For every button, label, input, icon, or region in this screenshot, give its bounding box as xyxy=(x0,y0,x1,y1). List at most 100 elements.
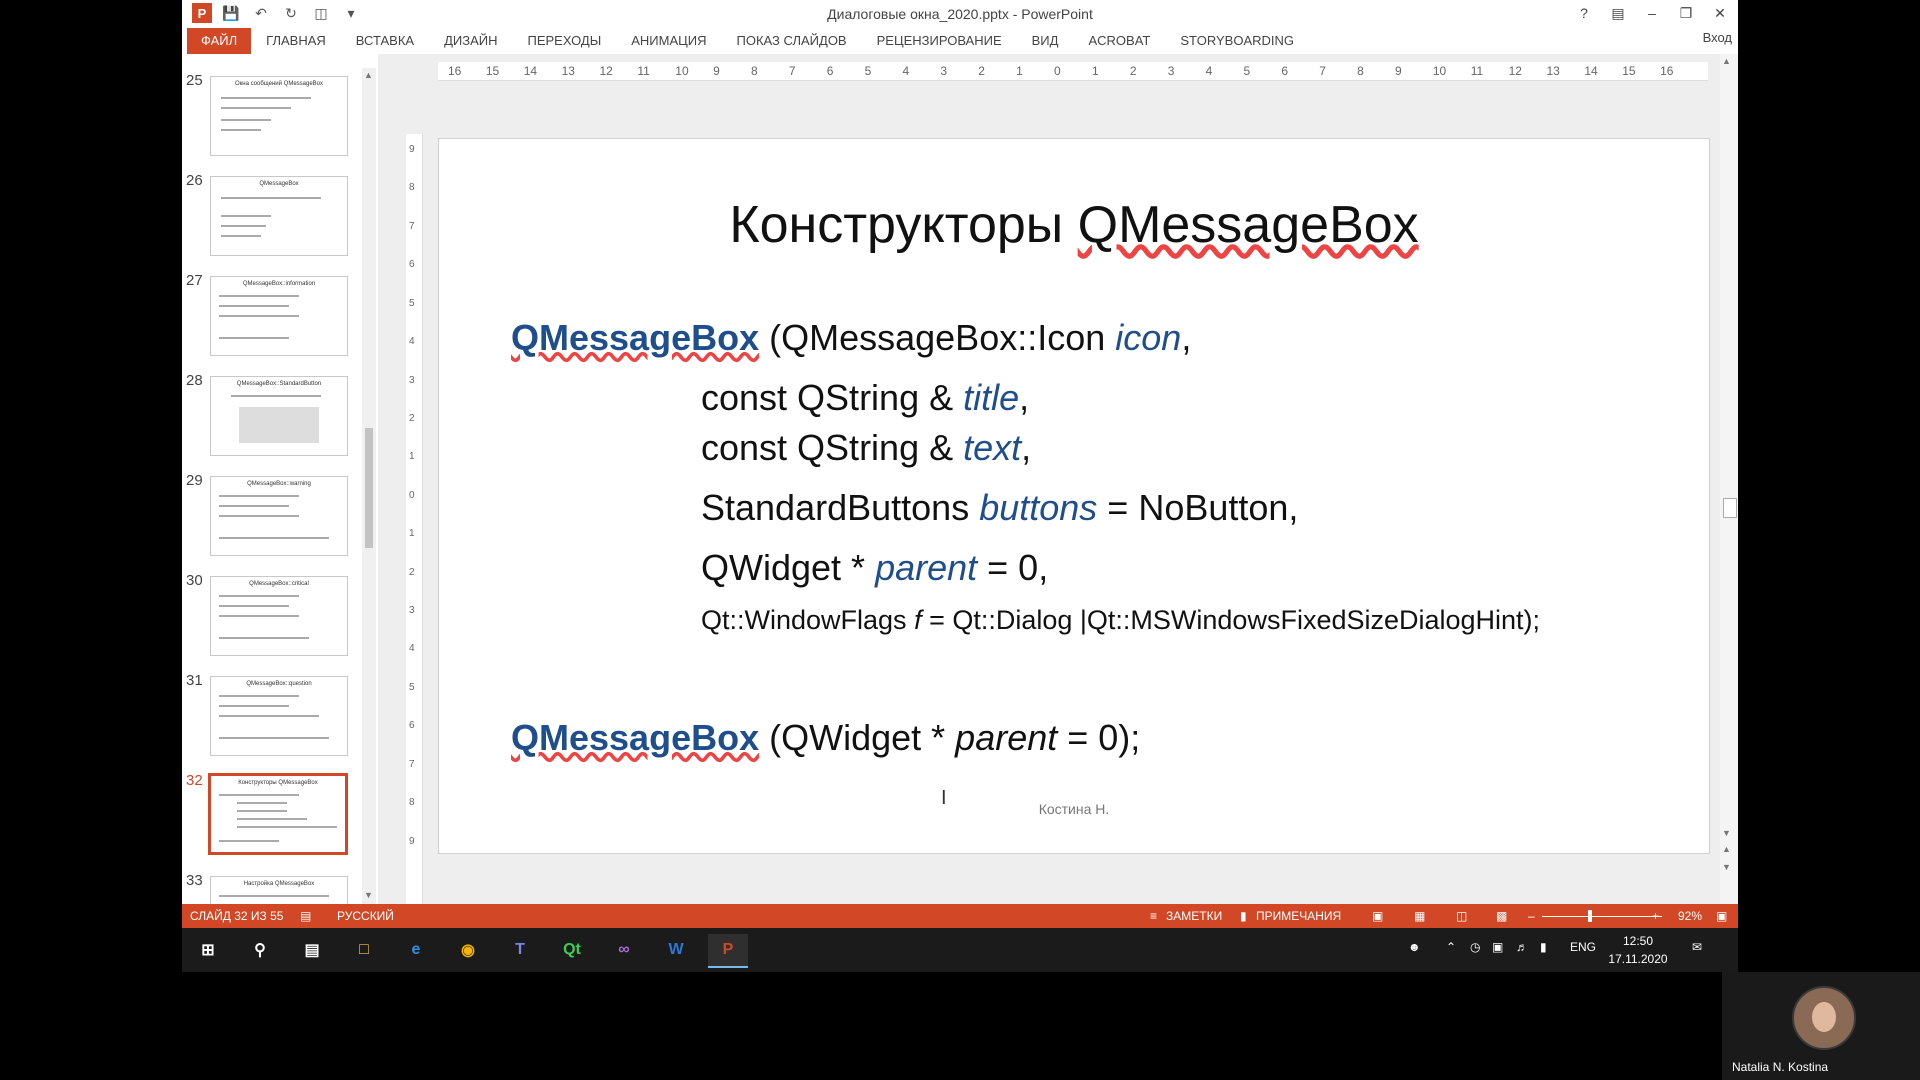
slide-thumbnail[interactable]: QMessageBox::question xyxy=(210,676,348,756)
windows-start-icon[interactable]: ⊞ xyxy=(194,936,222,964)
slide-thumbnail[interactable]: QMessageBox::information xyxy=(210,276,348,356)
param-flags-line[interactable]: Qt::WindowFlags f = Qt::Dialog |Qt::MSWi… xyxy=(701,605,1540,636)
system-clock[interactable]: 12:50 17.11.2020 xyxy=(1608,932,1668,968)
code-text: Qt::WindowFlags xyxy=(701,605,915,635)
thumbnail-scrollbar[interactable]: ▲ ▼ xyxy=(362,68,376,904)
thumbnail-number: 31 xyxy=(186,672,203,689)
ruler-tick: 5 xyxy=(409,297,415,309)
tab-design[interactable]: ДИЗАЙН xyxy=(429,28,512,54)
chrome-icon[interactable]: ◉ xyxy=(454,936,482,964)
people-icon[interactable]: ☻ xyxy=(1408,940,1421,954)
search-icon[interactable]: ⚲ xyxy=(246,936,274,964)
minimize-icon[interactable]: – xyxy=(1642,2,1662,24)
notes-button[interactable]: ЗАМЕТКИ xyxy=(1166,909,1222,923)
current-slide[interactable]: Конструкторы QMessageBox QMessageBox (QM… xyxy=(438,138,1710,854)
vertical-scrollbar[interactable]: ▲ ▼ ▲ ▼ xyxy=(1720,54,1738,904)
task-view-icon[interactable]: ▤ xyxy=(298,936,326,964)
slide-counter[interactable]: СЛАЙД 32 ИЗ 55 xyxy=(190,909,283,923)
zoom-slider-handle[interactable] xyxy=(1588,910,1592,922)
vertical-ruler: 9 8 7 6 5 4 3 2 1 0 1 2 3 4 5 6 7 8 9 xyxy=(406,134,423,904)
tab-animations[interactable]: АНИМАЦИЯ xyxy=(616,28,721,54)
code-text: , xyxy=(1021,427,1032,468)
qt-creator-icon[interactable]: Qt xyxy=(558,936,586,964)
ruler-tick: 13 xyxy=(1546,64,1560,78)
ruler-tick: 2 xyxy=(1129,64,1137,78)
tab-storyboarding[interactable]: STORYBOARDING xyxy=(1165,28,1309,54)
zoom-slider[interactable] xyxy=(1542,916,1662,917)
file-explorer-icon[interactable]: □ xyxy=(350,936,378,964)
reading-view-icon[interactable]: ◫ xyxy=(1456,909,1467,923)
tab-acrobat[interactable]: ACROBAT xyxy=(1073,28,1165,54)
slide-thumbnail[interactable]: QMessageBox xyxy=(210,176,348,256)
code-text: (QWidget * xyxy=(759,717,956,758)
sign-in-link[interactable]: Вход xyxy=(1703,30,1732,45)
next-slide-icon[interactable]: ▼ xyxy=(1722,862,1731,872)
comments-icon[interactable]: ▮ xyxy=(1240,909,1247,923)
ruler-tick: 11 xyxy=(1470,64,1484,78)
zoom-in-icon[interactable]: + xyxy=(1652,909,1659,923)
zoom-out-icon[interactable]: – xyxy=(1528,909,1535,923)
previous-slide-icon[interactable]: ▲ xyxy=(1722,844,1731,854)
battery-icon[interactable]: ▮ xyxy=(1540,940,1547,954)
slide-thumbnail[interactable]: QMessageBox::critical xyxy=(210,576,348,656)
param-title-line[interactable]: const QString & title, xyxy=(701,377,1029,419)
scroll-up-icon[interactable]: ▲ xyxy=(1722,56,1731,66)
fit-slide-icon[interactable]: ▣ xyxy=(1716,909,1727,923)
spellcheck-icon[interactable]: ▤ xyxy=(300,909,311,923)
show-hidden-icons[interactable]: ⌃ xyxy=(1446,940,1456,954)
scroll-up-icon[interactable]: ▲ xyxy=(364,70,373,80)
constructor-1-line[interactable]: QMessageBox (QMessageBox::Icon icon, xyxy=(511,317,1191,359)
restore-icon[interactable]: ❐ xyxy=(1676,2,1696,24)
constructor-2-line[interactable]: QMessageBox (QWidget * parent = 0); xyxy=(511,717,1140,759)
display-icon[interactable]: ▣ xyxy=(1492,940,1503,954)
close-icon[interactable]: ✕ xyxy=(1710,2,1730,24)
code-text: = 0); xyxy=(1057,717,1141,758)
slide-thumbnail[interactable]: Настройка QMessageBox xyxy=(210,876,348,904)
comments-button[interactable]: ПРИМЕЧАНИЯ xyxy=(1256,909,1341,923)
notes-icon[interactable]: ≡ xyxy=(1150,909,1157,923)
tab-view[interactable]: ВИД xyxy=(1017,28,1074,54)
scrollbar-thumb[interactable] xyxy=(1723,498,1737,518)
visual-studio-icon[interactable]: ∞ xyxy=(610,936,638,964)
notifications-icon[interactable]: ✉ xyxy=(1692,940,1702,954)
slide-thumbnail[interactable]: QMessageBox::warning xyxy=(210,476,348,556)
tab-file[interactable]: ФАЙЛ xyxy=(187,28,252,54)
ruler-tick: 14 xyxy=(523,64,538,78)
ruler-tick: 1 xyxy=(409,528,415,540)
param-buttons-line[interactable]: StandardButtons buttons = NoButton, xyxy=(701,487,1298,529)
thumbnail-number: 25 xyxy=(186,72,203,89)
teams-icon[interactable]: T xyxy=(506,936,534,964)
slide-thumbnail[interactable]: Окна сообщений QMessageBox xyxy=(210,76,348,156)
slide-thumbnail-selected[interactable]: Конструкторы QMessageBox xyxy=(208,773,348,855)
tab-slideshow[interactable]: ПОКАЗ СЛАЙДОВ xyxy=(722,28,862,54)
ribbon-display-options-icon[interactable]: ▤ xyxy=(1608,2,1628,24)
param-parent-line[interactable]: QWidget * parent = 0, xyxy=(701,547,1048,589)
slide-thumbnail[interactable]: QMessageBox::StandardButton xyxy=(210,376,348,456)
scroll-down-icon[interactable]: ▼ xyxy=(1722,828,1731,838)
zoom-level[interactable]: 92% xyxy=(1678,909,1702,923)
slideshow-view-icon[interactable]: ▩ xyxy=(1496,909,1507,923)
network-icon[interactable]: ◷ xyxy=(1470,940,1480,954)
tab-home[interactable]: ГЛАВНАЯ xyxy=(251,28,341,54)
thumbnail-number: 29 xyxy=(186,472,203,489)
horizontal-ruler: 16 15 14 13 12 11 10 9 8 7 6 5 4 3 2 1 0 1 2 3 4 5 6 7 8 9 10 11 12 1… xyxy=(438,62,1708,81)
param-name: parent xyxy=(955,717,1058,758)
normal-view-icon[interactable]: ▣ xyxy=(1372,909,1383,923)
slide-title[interactable]: Конструкторы QMessageBox xyxy=(439,195,1709,255)
edge-icon[interactable]: e xyxy=(402,936,430,964)
scroll-down-icon[interactable]: ▼ xyxy=(364,890,373,900)
volume-icon[interactable]: ♬ xyxy=(1516,940,1528,954)
powerpoint-taskbar-icon[interactable]: P xyxy=(708,934,748,968)
thumbnail-title: QMessageBox::critical xyxy=(249,581,309,587)
input-language[interactable]: ENG xyxy=(1570,940,1596,954)
scrollbar-thumb[interactable] xyxy=(365,428,373,548)
tab-review[interactable]: РЕЦЕНЗИРОВАНИЕ xyxy=(862,28,1017,54)
tab-transitions[interactable]: ПЕРЕХОДЫ xyxy=(513,28,617,54)
word-icon[interactable]: W xyxy=(662,936,690,964)
status-bar: СЛАЙД 32 ИЗ 55 ▤ РУССКИЙ ≡ ЗАМЕТКИ ▮ ПРИ… xyxy=(182,904,1738,928)
tab-insert[interactable]: ВСТАВКА xyxy=(341,28,429,54)
language-indicator[interactable]: РУССКИЙ xyxy=(337,909,394,923)
help-icon[interactable]: ? xyxy=(1574,2,1594,24)
param-text-line[interactable]: const QString & text, xyxy=(701,427,1031,469)
slide-sorter-icon[interactable]: ▦ xyxy=(1414,909,1425,923)
